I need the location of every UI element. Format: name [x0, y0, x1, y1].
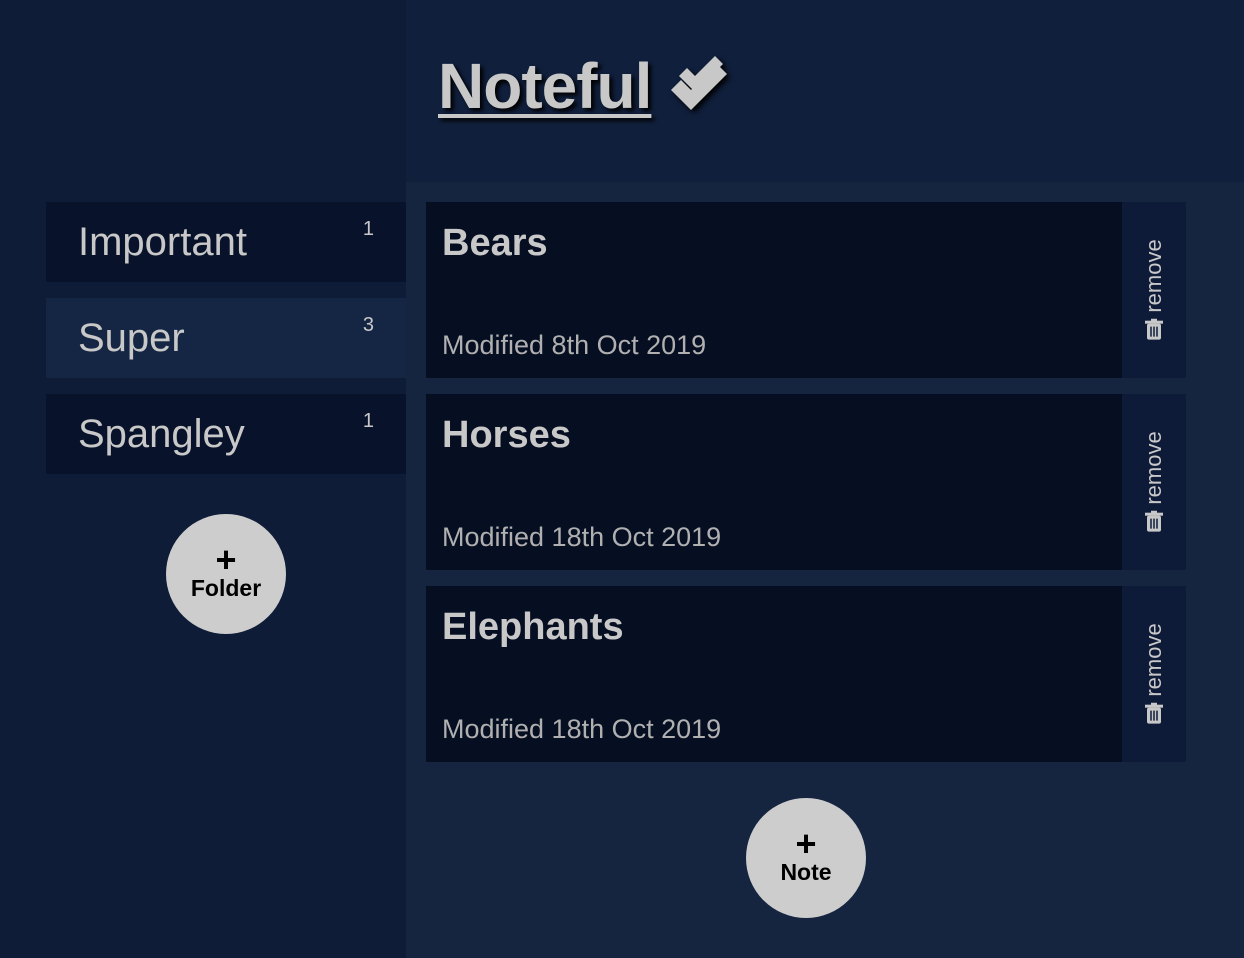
folder-item-important[interactable]: Important 1 — [46, 202, 406, 282]
folder-name: Super — [78, 316, 185, 360]
folder-name: Spangley — [78, 412, 245, 456]
folder-item-spangley[interactable]: Spangley 1 — [46, 394, 406, 474]
note-card: Horses Modified 18th Oct 2019 remove — [426, 394, 1186, 570]
trash-icon — [1145, 702, 1163, 724]
add-note-button[interactable]: + Note — [746, 798, 866, 918]
plus-icon: + — [795, 823, 817, 864]
remove-note-button[interactable]: remove — [1122, 394, 1186, 570]
folder-note-count: 1 — [362, 410, 374, 432]
note-title-link[interactable]: Horses — [442, 414, 571, 457]
remove-note-button[interactable]: remove — [1122, 202, 1186, 378]
note-list: Bears Modified 8th Oct 2019 remove Horse… — [426, 202, 1186, 778]
remove-note-button[interactable]: remove — [1122, 586, 1186, 762]
note-body: Elephants Modified 18th Oct 2019 — [426, 586, 1122, 762]
trash-icon — [1145, 510, 1163, 532]
note-title-link[interactable]: Bears — [442, 222, 548, 265]
remove-label: remove — [1141, 239, 1166, 313]
remove-label: remove — [1141, 431, 1166, 505]
plus-icon: + — [215, 539, 237, 580]
remove-content: remove — [1141, 239, 1167, 340]
folder-item-super[interactable]: Super 3 — [46, 298, 406, 378]
note-card: Elephants Modified 18th Oct 2019 remove — [426, 586, 1186, 762]
add-folder-button[interactable]: + Folder — [166, 514, 286, 634]
note-body: Bears Modified 8th Oct 2019 — [426, 202, 1122, 378]
app-title: Noteful — [438, 50, 652, 122]
app-title-link[interactable]: Noteful — [438, 48, 731, 124]
trash-icon — [1145, 318, 1163, 340]
note-modified-date: Modified 18th Oct 2019 — [442, 714, 722, 744]
note-body: Horses Modified 18th Oct 2019 — [426, 394, 1122, 570]
remove-content: remove — [1141, 431, 1167, 532]
add-folder-label: Folder — [190, 575, 262, 601]
check-double-icon — [671, 56, 728, 110]
note-title-link[interactable]: Elephants — [442, 606, 624, 649]
add-note-label: Note — [780, 859, 832, 885]
app: Noteful Important 1 Super 3 Spangley 1 +… — [0, 0, 1244, 958]
folder-list: Important 1 Super 3 Spangley 1 — [46, 202, 406, 490]
remove-label: remove — [1141, 623, 1166, 697]
note-modified-date: Modified 18th Oct 2019 — [442, 522, 722, 552]
folder-note-count: 1 — [362, 218, 374, 240]
note-card: Bears Modified 8th Oct 2019 remove — [426, 202, 1186, 378]
note-modified-date: Modified 8th Oct 2019 — [442, 330, 707, 360]
remove-content: remove — [1141, 623, 1167, 724]
folder-note-count: 3 — [362, 314, 374, 336]
folder-name: Important — [78, 220, 247, 264]
